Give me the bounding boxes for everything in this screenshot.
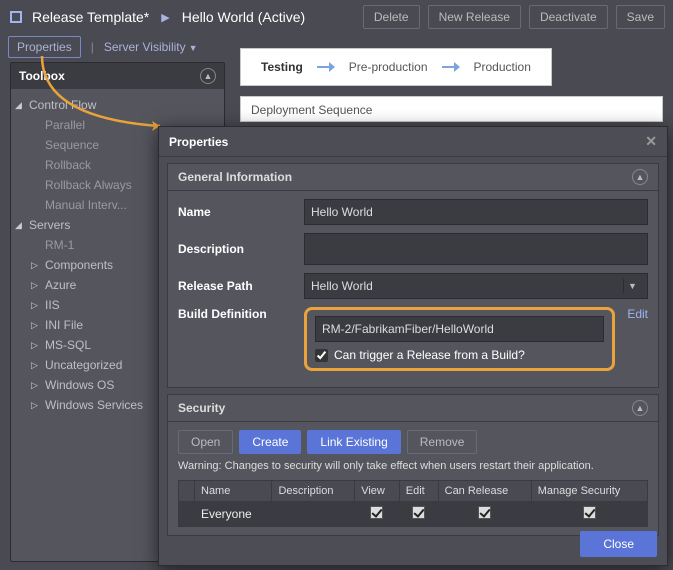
col-name: Name [195, 481, 272, 502]
checkbox-edit[interactable] [412, 506, 425, 519]
delete-button[interactable]: Delete [363, 5, 420, 29]
build-definition-field[interactable] [315, 316, 604, 342]
col-can-release: Can Release [438, 481, 531, 502]
security-table: Name Description View Edit Can Release M… [178, 480, 648, 527]
collapse-icon[interactable]: ▲ [632, 400, 648, 416]
breadcrumb-separator: ▶ [161, 11, 169, 24]
collapse-icon[interactable]: ▲ [200, 68, 216, 84]
general-heading: General Information [178, 170, 292, 184]
remove-button[interactable]: Remove [407, 430, 478, 454]
security-warning: Warning: Changes to security will only t… [178, 460, 648, 472]
close-button[interactable]: Close [580, 531, 657, 557]
open-button[interactable]: Open [178, 430, 233, 454]
link-existing-button[interactable]: Link Existing [307, 430, 400, 454]
stage-flow: Testing Pre-production Production [240, 48, 552, 86]
description-field[interactable] [304, 233, 648, 265]
name-label: Name [178, 205, 296, 219]
deactivate-button[interactable]: Deactivate [529, 5, 608, 29]
arrow-icon [442, 61, 460, 73]
checkbox-view[interactable] [370, 506, 383, 519]
col-view: View [355, 481, 400, 502]
checkbox-can-release[interactable] [478, 506, 491, 519]
chevron-down-icon: ▼ [189, 43, 198, 53]
col-description: Description [272, 481, 355, 502]
deployment-sequence-header: Deployment Sequence [240, 96, 663, 122]
release-path-select[interactable]: Hello World ▼ [304, 273, 648, 299]
table-row[interactable]: Everyone [179, 502, 648, 527]
create-button[interactable]: Create [239, 430, 301, 454]
name-field[interactable] [304, 199, 648, 225]
col-manage: Manage Security [531, 481, 647, 502]
close-icon[interactable]: ✕ [645, 133, 657, 150]
stage-preprod[interactable]: Pre-production [339, 55, 438, 79]
build-definition-label: Build Definition [178, 307, 296, 321]
release-path-label: Release Path [178, 279, 296, 293]
toolbox-title: Toolbox [19, 69, 65, 83]
page-subtitle: Hello World (Active) [182, 9, 305, 25]
new-release-button[interactable]: New Release [428, 5, 521, 29]
tab-divider: | [91, 40, 94, 54]
modal-title: Properties [169, 135, 228, 149]
edit-link[interactable]: Edit [627, 307, 648, 321]
save-button[interactable]: Save [616, 5, 665, 29]
security-heading: Security [178, 401, 225, 415]
collapse-icon[interactable]: ▲ [632, 169, 648, 185]
description-label: Description [178, 242, 296, 256]
build-definition-highlight: Can trigger a Release from a Build? [304, 307, 615, 371]
app-icon [8, 9, 24, 25]
tab-server-visibility[interactable]: Server Visibility▼ [104, 40, 198, 54]
chevron-down-icon: ▼ [623, 279, 641, 293]
page-title: Release Template* [32, 9, 149, 25]
stage-production[interactable]: Production [464, 55, 541, 79]
col-edit: Edit [399, 481, 438, 502]
tree-control-flow[interactable]: ◢Control Flow [13, 95, 220, 115]
stage-testing[interactable]: Testing [251, 55, 313, 79]
properties-modal: Properties ✕ General Information ▲ Name … [158, 126, 668, 566]
checkbox-manage[interactable] [583, 506, 596, 519]
arrow-icon [317, 61, 335, 73]
tab-properties[interactable]: Properties [8, 36, 81, 58]
trigger-label: Can trigger a Release from a Build? [334, 348, 525, 362]
trigger-checkbox[interactable] [315, 349, 328, 362]
